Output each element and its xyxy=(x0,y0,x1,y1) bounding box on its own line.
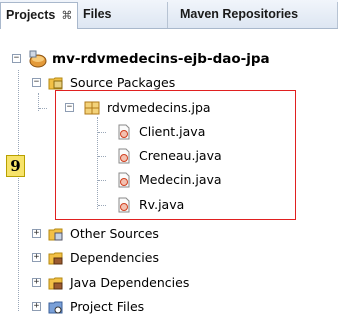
dependencies-label: Dependencies xyxy=(70,250,159,265)
tab-projects[interactable]: Projects ⌘ xyxy=(0,2,78,29)
tab-files[interactable]: Files xyxy=(78,2,168,28)
tree-branch-line xyxy=(39,108,47,109)
expand-icon[interactable]: + xyxy=(32,278,41,287)
project-files-label: Project Files xyxy=(70,299,145,314)
project-name: mv-rdvmedecins-ejb-dao-jpa xyxy=(52,51,270,67)
library-folder-icon xyxy=(48,252,63,265)
annotation-badge: 9 xyxy=(6,155,25,177)
tree-item-dependencies[interactable]: + Dependencies xyxy=(0,246,338,270)
tree-item-project[interactable]: − mv-rdvmedecins-ejb-dao-jpa xyxy=(0,47,338,71)
expand-icon[interactable]: + xyxy=(32,302,41,311)
project-files-folder-icon xyxy=(48,301,63,314)
other-sources-label: Other Sources xyxy=(70,226,159,241)
collapse-icon[interactable]: − xyxy=(32,78,41,87)
folder-icon xyxy=(48,228,63,241)
source-folder-icon xyxy=(48,77,63,90)
collapse-icon[interactable]: − xyxy=(12,54,21,63)
highlight-box xyxy=(55,90,296,220)
tree-item-project-files[interactable]: + Project Files xyxy=(0,295,338,319)
expand-icon[interactable]: + xyxy=(32,253,41,262)
library-folder-icon xyxy=(48,277,63,290)
tree-item-other-sources[interactable]: + Other Sources xyxy=(0,222,338,246)
java-dependencies-label: Java Dependencies xyxy=(70,275,190,290)
maven-project-icon xyxy=(29,50,47,68)
tab-projects-label: Projects xyxy=(6,8,56,22)
tab-maven-label: Maven Repositories xyxy=(180,7,299,21)
tab-bar: Projects ⌘ Files Maven Repositories xyxy=(0,0,338,29)
expand-icon[interactable]: + xyxy=(32,229,41,238)
tab-maven-repositories[interactable]: Maven Repositories xyxy=(168,2,338,28)
tab-files-label: Files xyxy=(83,7,112,21)
tree-item-java-dependencies[interactable]: + Java Dependencies xyxy=(0,271,338,295)
close-icon[interactable]: ⌘ xyxy=(61,10,72,22)
